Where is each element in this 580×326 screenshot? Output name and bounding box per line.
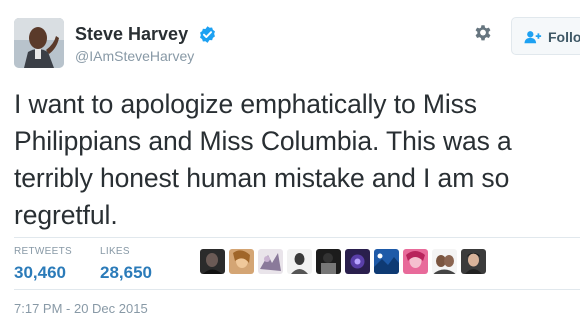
tweet-text: I want to apologize emphatically to Miss… [14,89,512,230]
retweets-label: RETWEETS [14,246,72,257]
author-handle[interactable]: @IAmSteveHarvey [75,48,217,64]
liker-avatar[interactable] [432,249,457,274]
avatar-image [14,18,64,68]
liker-avatar[interactable] [200,249,225,274]
author-avatar[interactable] [14,18,64,68]
stats-divider-top [14,237,580,238]
liker-avatar[interactable] [316,249,341,274]
likes-count: 28,650 [100,263,152,282]
author-display-name[interactable]: Steve Harvey [75,24,188,44]
tweet-timestamp[interactable]: 7:17 PM - 20 Dec 2015 [14,301,148,317]
verified-badge-icon [199,25,215,43]
liker-avatar[interactable] [374,249,399,274]
liker-avatar[interactable] [345,249,370,274]
liker-avatar[interactable] [258,249,283,274]
follow-button[interactable]: Follo [511,17,580,55]
stats-divider-bottom [14,289,580,290]
tweet-header: Steve Harvey @IAmSteveHarvey Follo [0,0,580,80]
retweets-stat[interactable]: RETWEETS 30,460 [14,246,72,283]
follow-label: Follo [548,29,580,45]
gear-icon[interactable] [472,22,494,44]
liker-avatar[interactable] [403,249,428,274]
liker-avatar[interactable] [287,249,312,274]
retweets-count: 30,460 [14,263,66,282]
likes-stat[interactable]: LIKES 28,650 [100,246,152,283]
add-person-icon [524,31,542,44]
liker-avatar[interactable] [461,249,486,274]
liker-avatar[interactable] [229,249,254,274]
likes-label: LIKES [100,246,130,257]
author-info: Steve Harvey @IAmSteveHarvey [75,24,217,64]
